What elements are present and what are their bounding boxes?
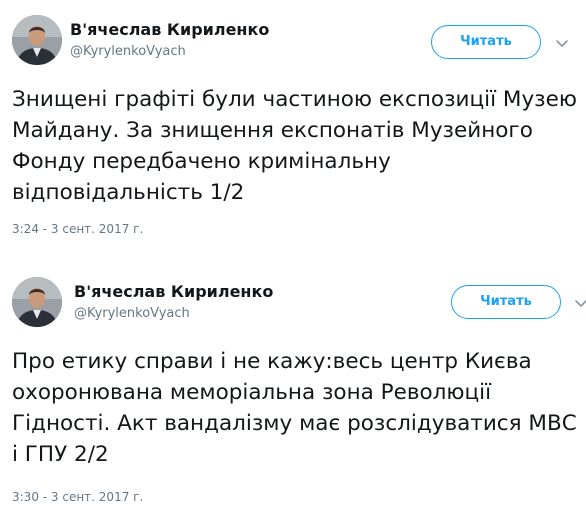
avatar[interactable] xyxy=(12,277,62,327)
follow-button[interactable]: Читать xyxy=(431,25,541,59)
person-photo-icon xyxy=(12,15,62,65)
author-name[interactable]: В'ячеслав Кириленко xyxy=(70,20,269,39)
author-name[interactable]: В'ячеслав Кириленко xyxy=(74,282,273,301)
tweet-timestamp[interactable]: 3:24 - 3 сент. 2017 г. xyxy=(12,222,143,236)
person-photo-icon xyxy=(12,277,62,327)
chevron-down-icon[interactable] xyxy=(572,294,586,312)
tweet-text: Знищені графіті були частиною експозиції… xyxy=(12,87,577,205)
tweet-text: Про етику справи і не кажу:весь центр Ки… xyxy=(12,349,577,467)
author-handle[interactable]: @KyrylenkoVyach xyxy=(74,306,190,321)
chevron-down-icon[interactable] xyxy=(553,34,571,52)
tweet: В'ячеслав Кириленко @KyrylenkoVyach Чита… xyxy=(0,0,586,258)
tweet-timestamp[interactable]: 3:30 - 3 сент. 2017 г. xyxy=(12,490,143,504)
author-handle[interactable]: @KyrylenkoVyach xyxy=(70,44,186,59)
follow-button[interactable]: Читать xyxy=(451,285,561,319)
avatar[interactable] xyxy=(12,15,62,65)
tweet: В'ячеслав Кириленко @KyrylenkoVyach Чита… xyxy=(0,260,586,521)
